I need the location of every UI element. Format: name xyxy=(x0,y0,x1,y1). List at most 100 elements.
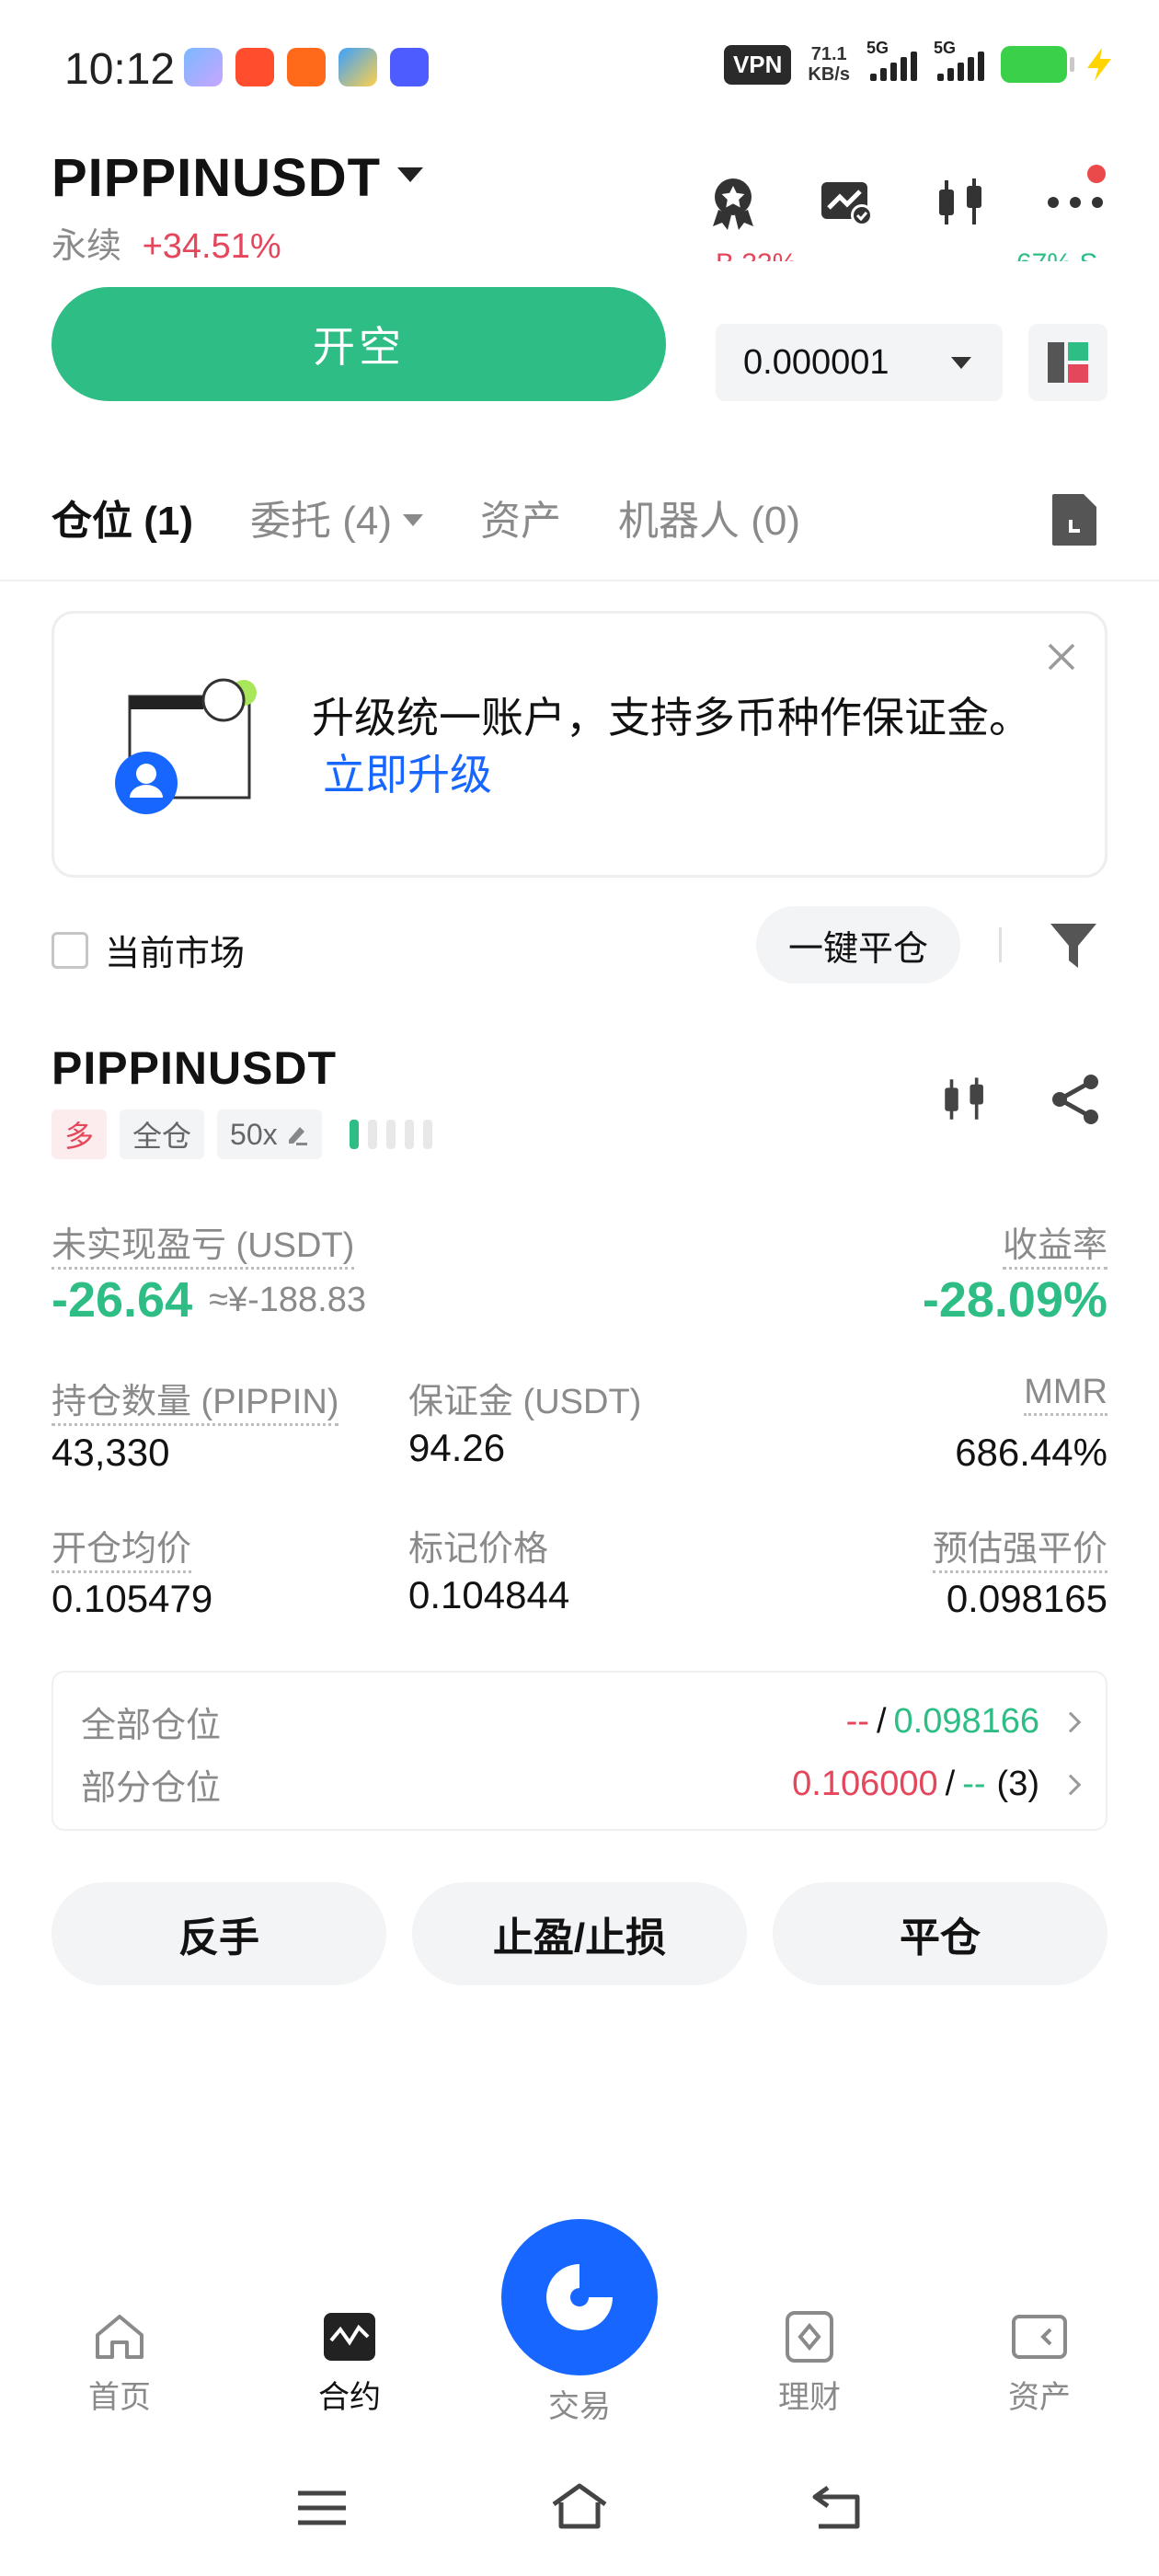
nav-futures[interactable]: 合约 xyxy=(281,2311,419,2417)
tab-assets[interactable]: 资产 xyxy=(480,488,561,546)
liq-price-label[interactable]: 预估强平价 xyxy=(932,1520,1107,1573)
entry-label-text: 开仓均价 xyxy=(52,1530,192,1573)
net-speed: 71.1 KB/s xyxy=(808,44,850,85)
menu-icon[interactable] xyxy=(294,2488,350,2528)
liq-label-text: 预估强平价 xyxy=(932,1530,1107,1573)
tab-bots[interactable]: 机器人 (0) xyxy=(618,488,800,546)
app-icon xyxy=(339,48,377,86)
edit-icon xyxy=(288,1127,307,1145)
unrealized-pnl: -26.64 ≈¥-188.83 xyxy=(52,1271,366,1328)
price-precision-value: 0.000001 xyxy=(743,342,889,382)
orderbook-layout-button[interactable] xyxy=(1028,324,1107,401)
divider xyxy=(0,580,1159,581)
margin-value: 94.26 xyxy=(408,1426,506,1469)
chart-settings-icon[interactable] xyxy=(815,170,879,235)
entry-price-value: 0.105479 xyxy=(52,1577,213,1620)
partial-count: (3) xyxy=(996,1765,1039,1803)
nav-assets[interactable]: 资产 xyxy=(970,2311,1108,2417)
filter-icon xyxy=(1050,924,1096,968)
orderbook-sell-ratio: 67% S xyxy=(1016,248,1097,261)
mmr-label-text: MMR xyxy=(1024,1373,1107,1416)
charging-icon xyxy=(1087,48,1111,81)
partial-position-tpsl[interactable]: 部分仓位 0.106000 / -- (3) xyxy=(81,1759,1082,1810)
history-button[interactable] xyxy=(1049,492,1100,552)
close-position-button[interactable]: 平仓 xyxy=(773,1882,1107,1985)
sim1-label: 5G xyxy=(866,39,889,57)
side-tag: 多 xyxy=(52,1110,108,1159)
account-illustration-icon xyxy=(115,678,257,814)
partial-tp-value: 0.106000 xyxy=(792,1765,938,1803)
position-tags: 多 全仓 50x xyxy=(52,1110,432,1159)
filter-button[interactable] xyxy=(1049,920,1098,976)
earn-icon xyxy=(786,2311,833,2363)
wallet-icon xyxy=(1012,2315,1067,2359)
price-change: +34.51% xyxy=(142,227,281,266)
current-market-filter[interactable]: 当前市场 xyxy=(52,925,245,975)
candlestick-icon[interactable] xyxy=(933,1067,997,1132)
margin-mode-tag: 全仓 xyxy=(120,1110,205,1159)
tab-orders[interactable]: 委托 (4) xyxy=(250,488,423,546)
nav-earn[interactable]: 理财 xyxy=(740,2311,878,2417)
pair-selector[interactable]: PIPPINUSDT xyxy=(52,147,424,209)
nav-trade-label: 交易 xyxy=(548,2389,611,2424)
status-bar: 10:12 VPN 71.1 KB/s 5G 5G xyxy=(0,0,1159,138)
close-icon xyxy=(1048,643,1075,671)
more-icon[interactable] xyxy=(1043,165,1107,235)
entry-price-label[interactable]: 开仓均价 xyxy=(52,1520,192,1573)
candlestick-icon[interactable] xyxy=(929,170,993,235)
full-tpsl-label: 全部仓位 xyxy=(81,1707,222,1745)
divider xyxy=(999,927,1002,962)
orderbook-buy-ratio: B 33% xyxy=(716,248,797,261)
mark-price-value: 0.104844 xyxy=(408,1573,570,1616)
chevron-right-icon xyxy=(1060,1711,1082,1732)
upnl-value: -26.64 xyxy=(52,1272,193,1328)
open-short-button[interactable]: 开空 xyxy=(52,287,666,401)
full-position-tpsl[interactable]: 全部仓位 -- / 0.098166 xyxy=(81,1696,1082,1747)
unrealized-pnl-label[interactable]: 未实现盈亏 (USDT) xyxy=(52,1216,355,1270)
size-label[interactable]: 持仓数量 (PIPPIN) xyxy=(52,1373,339,1426)
taobao-app-icon xyxy=(235,48,274,86)
close-all-button[interactable]: 一键平仓 xyxy=(756,906,960,983)
roe-label[interactable]: 收益率 xyxy=(1002,1216,1107,1270)
trade-logo-icon xyxy=(546,2264,613,2330)
badge-icon[interactable] xyxy=(701,170,765,235)
tab-positions[interactable]: 仓位 (1) xyxy=(52,488,193,546)
current-market-checkbox[interactable] xyxy=(52,931,88,969)
price-precision-select[interactable]: 0.000001 xyxy=(716,324,1003,401)
vpn-badge: VPN xyxy=(723,44,792,85)
upnl-cny: ≈¥-188.83 xyxy=(209,1280,366,1319)
current-market-label: 当前市场 xyxy=(105,935,246,973)
tpsl-button[interactable]: 止盈/止损 xyxy=(412,1882,747,1985)
battery-icon xyxy=(1001,46,1074,83)
separator: / xyxy=(945,1765,956,1803)
net-speed-value: 71.1 xyxy=(810,44,847,64)
back-icon[interactable] xyxy=(809,2484,865,2530)
banner-close-button[interactable] xyxy=(1046,641,1077,677)
mmr-value: 686.44% xyxy=(955,1431,1107,1474)
upnl-label-text: 未实现盈亏 (USDT) xyxy=(52,1226,355,1270)
tab-orders-label: 委托 (4) xyxy=(250,499,392,544)
nav-assets-label: 资产 xyxy=(1008,2380,1071,2415)
reverse-button[interactable]: 反手 xyxy=(52,1882,386,1985)
tpsl-box: 全部仓位 -- / 0.098166 部分仓位 0.106000 / -- (3… xyxy=(52,1671,1107,1831)
position-actions xyxy=(933,1067,1107,1132)
share-icon[interactable] xyxy=(1043,1067,1107,1132)
caret-down-icon xyxy=(951,356,971,369)
mmr-label[interactable]: MMR xyxy=(1024,1373,1107,1416)
upgrade-link[interactable]: 立即升级 xyxy=(323,751,492,799)
upgrade-banner[interactable]: 升级统一账户，支持多币种作保证金。立即升级 xyxy=(52,611,1107,878)
pair-name: PIPPINUSDT xyxy=(52,148,382,208)
nav-home[interactable]: 首页 xyxy=(51,2311,189,2417)
trade-button[interactable] xyxy=(501,2219,658,2375)
signal-icon: 5G xyxy=(934,39,984,81)
adl-indicator xyxy=(349,1120,432,1149)
size-label-text: 持仓数量 (PIPPIN) xyxy=(52,1383,339,1426)
document-icon xyxy=(1052,494,1096,546)
home-icon[interactable] xyxy=(548,2482,611,2530)
full-sl-value: 0.098166 xyxy=(893,1702,1040,1741)
position-symbol[interactable]: PIPPINUSDT xyxy=(52,1041,337,1095)
layout-icon xyxy=(1048,342,1088,383)
notification-app-icon xyxy=(184,48,223,86)
leverage-tag[interactable]: 50x xyxy=(217,1110,322,1159)
nav-earn-label: 理财 xyxy=(778,2380,841,2415)
